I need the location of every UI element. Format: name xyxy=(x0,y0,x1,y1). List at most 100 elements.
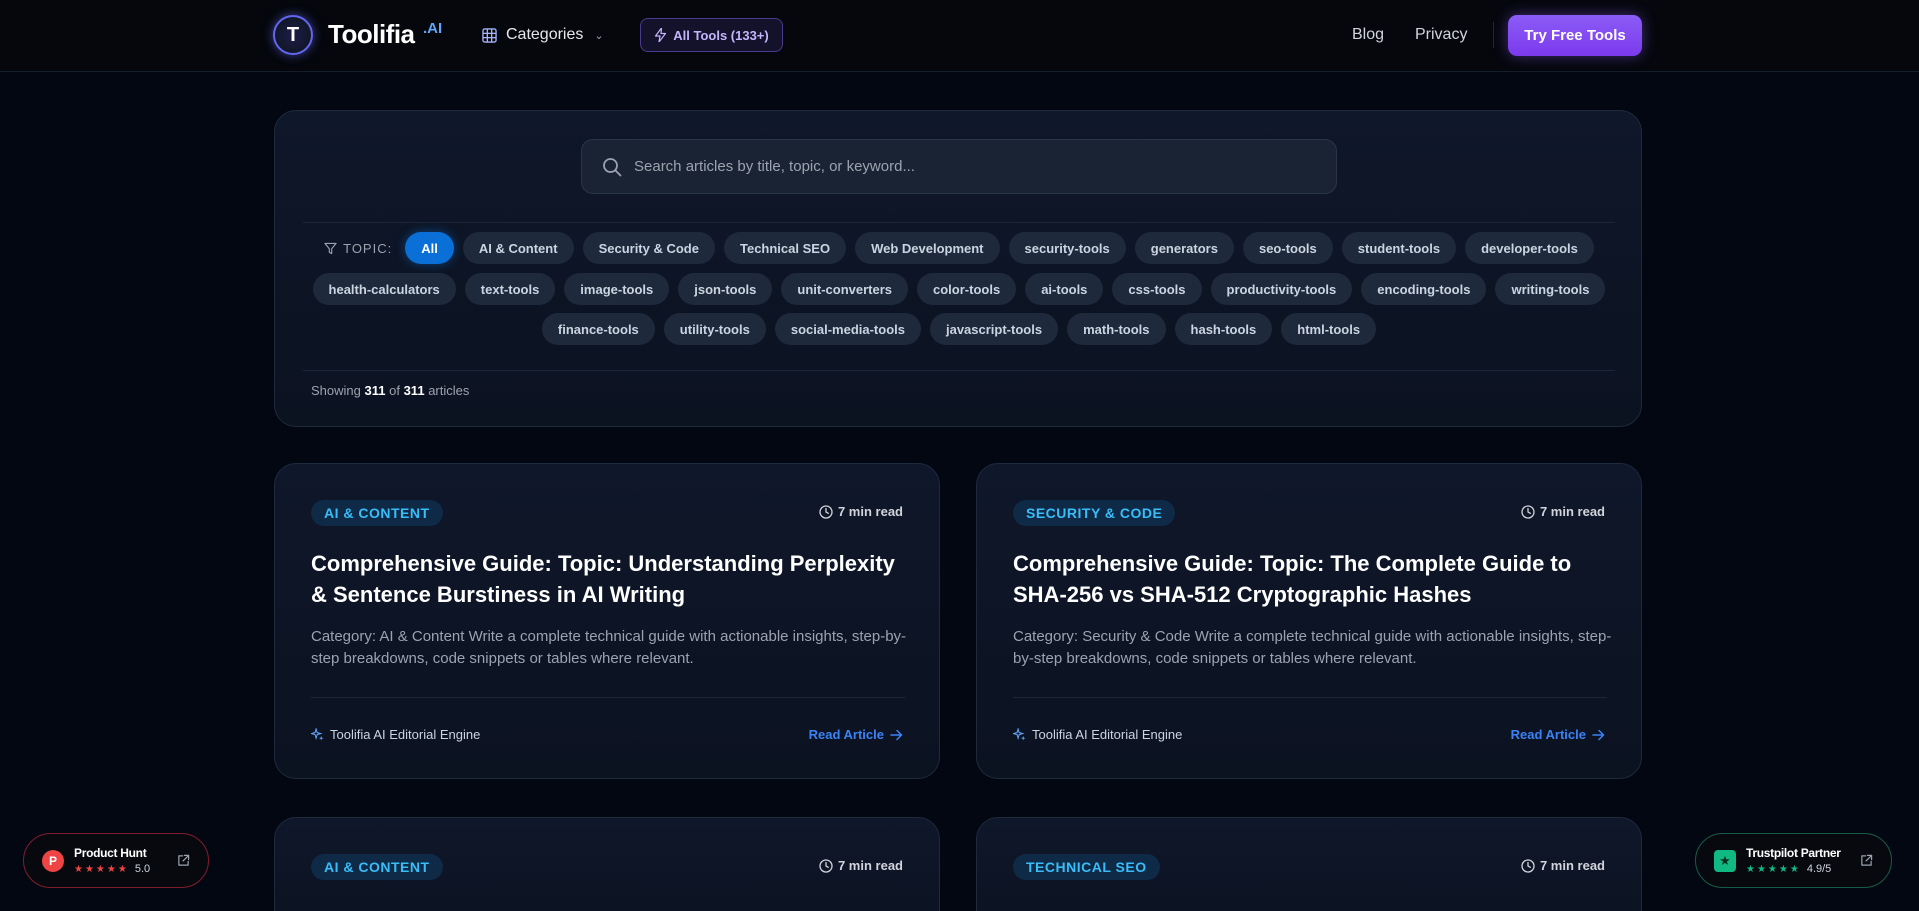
results-count-prefix: Showing xyxy=(311,383,361,398)
categories-menu-button[interactable]: Categories ⌄ xyxy=(482,24,604,46)
trustpilot-badge[interactable]: ★ Trustpilot Partner ★★★★★ 4.9/5 xyxy=(1695,833,1892,888)
topic-chip[interactable]: seo-tools xyxy=(1242,232,1333,264)
category-badge: AI & CONTENT xyxy=(311,854,443,880)
sparkle-icon xyxy=(1013,728,1026,741)
topic-chip[interactable]: ai-tools xyxy=(1025,273,1104,305)
read-article-link[interactable]: Read Article xyxy=(809,727,903,742)
external-link-icon xyxy=(1861,854,1873,866)
product-hunt-logo-icon: P xyxy=(42,849,64,872)
topic-chip[interactable]: All xyxy=(405,232,454,264)
chevron-down-icon: ⌄ xyxy=(594,29,604,42)
product-hunt-badge[interactable]: P Product Hunt ★★★★★ 5.0 xyxy=(23,833,209,888)
topic-chip[interactable]: hash-tools xyxy=(1174,313,1273,345)
topic-chip[interactable]: health-calculators xyxy=(312,273,456,305)
topic-chip[interactable]: json-tools xyxy=(678,273,773,305)
clock-icon xyxy=(1521,504,1535,519)
topic-chip-row: finance-tools utility-tools social-media-t… xyxy=(275,313,1643,345)
topic-chip[interactable]: color-tools xyxy=(917,273,1017,305)
results-count-suffix: articles xyxy=(428,383,470,398)
arrow-right-icon xyxy=(890,729,903,740)
topic-chip[interactable]: html-tools xyxy=(1281,313,1377,345)
topic-chip[interactable]: javascript-tools xyxy=(929,313,1059,345)
topic-chip[interactable]: text-tools xyxy=(464,273,556,305)
read-article-link[interactable]: Read Article xyxy=(1511,727,1605,742)
read-time: 7 min read xyxy=(1521,858,1605,873)
filter-panel: TOPIC: AllAI & ContentSecurity & CodeTec… xyxy=(274,110,1642,427)
topic-chip-row: health-calculators text-tools image-tools j… xyxy=(275,273,1643,305)
search-icon xyxy=(603,157,622,176)
topic-chip[interactable]: encoding-tools xyxy=(1361,273,1487,305)
category-badge: AI & CONTENT xyxy=(311,500,443,526)
category-badge: TECHNICAL SEO xyxy=(1013,854,1160,880)
nav-link-privacy[interactable]: Privacy xyxy=(1415,26,1467,44)
trustpilot-title: Trustpilot Partner xyxy=(1746,846,1841,860)
article-description: Category: AI & Content Write a complete … xyxy=(311,628,907,667)
topic-chip-row: TOPIC: All AI & Content Security & Code Tec… xyxy=(275,232,1643,264)
topic-chip[interactable]: image-tools xyxy=(564,273,670,305)
try-free-tools-button[interactable]: Try Free Tools xyxy=(1508,15,1642,56)
product-hunt-title: Product Hunt xyxy=(74,846,147,860)
star-rating-icon: ★★★★★ xyxy=(1746,863,1801,875)
trustpilot-rating: 4.9/5 xyxy=(1806,863,1832,875)
categories-label: Categories xyxy=(506,26,584,43)
article-card[interactable]: AI & CONTENT 7 min read Comprehensive Gu… xyxy=(274,463,940,779)
read-time: 7 min read xyxy=(819,858,903,873)
external-link-icon xyxy=(178,854,190,866)
results-count: Showing 311 of 311 articles xyxy=(311,383,469,398)
topic-chip[interactable]: utility-tools xyxy=(663,313,766,345)
topic-chip[interactable]: writing-tools xyxy=(1495,273,1606,305)
topic-chip[interactable]: productivity-tools xyxy=(1210,273,1353,305)
article-author-name: Toolifia AI Editorial Engine xyxy=(1032,727,1183,742)
read-time: 7 min read xyxy=(819,504,903,519)
topic-chip[interactable]: Web Development xyxy=(855,232,1000,264)
topic-chip[interactable]: student-tools xyxy=(1341,232,1457,264)
card-divider xyxy=(1013,697,1607,698)
topic-chip[interactable]: generators xyxy=(1134,232,1234,264)
topic-chip[interactable]: math-tools xyxy=(1067,313,1166,345)
panel-divider xyxy=(303,370,1615,371)
search-input[interactable] xyxy=(634,158,1336,175)
top-navbar: T Toolifia .AI Categories ⌄ All Tools (1… xyxy=(0,0,1919,72)
arrow-right-icon xyxy=(1592,729,1605,740)
product-hunt-rating: 5.0 xyxy=(134,863,151,875)
topic-chip[interactable]: developer-tools xyxy=(1465,232,1594,264)
grid-icon xyxy=(482,27,497,43)
topic-chip[interactable]: Security & Code xyxy=(582,232,715,264)
topic-chip[interactable]: css-tools xyxy=(1112,273,1202,305)
logo-icon[interactable]: T xyxy=(273,15,313,55)
all-tools-label: All Tools (133+) xyxy=(673,27,769,43)
logo-text[interactable]: Toolifia xyxy=(328,19,415,50)
topic-chip[interactable]: AI & Content xyxy=(462,232,574,264)
article-card[interactable]: SECURITY & CODE 7 min read Comprehensive… xyxy=(976,463,1642,779)
all-tools-button[interactable]: All Tools (133+) xyxy=(640,18,783,52)
topic-label: TOPIC: xyxy=(324,241,392,256)
article-card[interactable]: AI & CONTENT 7 min read xyxy=(274,817,940,911)
read-article-label: Read Article xyxy=(808,727,884,742)
article-author-name: Toolifia AI Editorial Engine xyxy=(330,727,481,742)
article-title[interactable]: Comprehensive Guide: Topic: The Complete… xyxy=(1013,548,1613,610)
sparkle-icon xyxy=(311,728,324,741)
read-time-label: 7 min read xyxy=(1539,504,1605,519)
clock-icon xyxy=(819,858,833,873)
logo-ai-suffix: .AI xyxy=(423,20,443,37)
results-count-of: of xyxy=(389,383,400,398)
nav-link-blog[interactable]: Blog xyxy=(1352,26,1384,44)
trustpilot-logo-icon: ★ xyxy=(1714,849,1736,872)
results-count-total: 311 xyxy=(403,383,425,398)
search-box[interactable] xyxy=(581,139,1337,194)
read-time-label: 7 min read xyxy=(1539,858,1605,873)
topic-chip[interactable]: security-tools xyxy=(1008,232,1126,264)
read-time: 7 min read xyxy=(1521,504,1605,519)
article-title[interactable]: Comprehensive Guide: Topic: Understandin… xyxy=(311,548,911,610)
topic-label-text: TOPIC: xyxy=(343,240,393,256)
clock-icon xyxy=(1521,858,1535,873)
read-time-label: 7 min read xyxy=(837,504,903,519)
topic-chip[interactable]: finance-tools xyxy=(541,313,655,345)
topic-chip[interactable]: unit-converters xyxy=(781,273,909,305)
star-rating-icon: ★★★★★ xyxy=(74,863,129,875)
clock-icon xyxy=(819,504,833,519)
article-card[interactable]: TECHNICAL SEO 7 min read xyxy=(976,817,1642,911)
topic-chip[interactable]: Technical SEO xyxy=(723,232,847,264)
article-author: Toolifia AI Editorial Engine xyxy=(1013,727,1182,742)
topic-chip[interactable]: social-media-tools xyxy=(774,313,921,345)
